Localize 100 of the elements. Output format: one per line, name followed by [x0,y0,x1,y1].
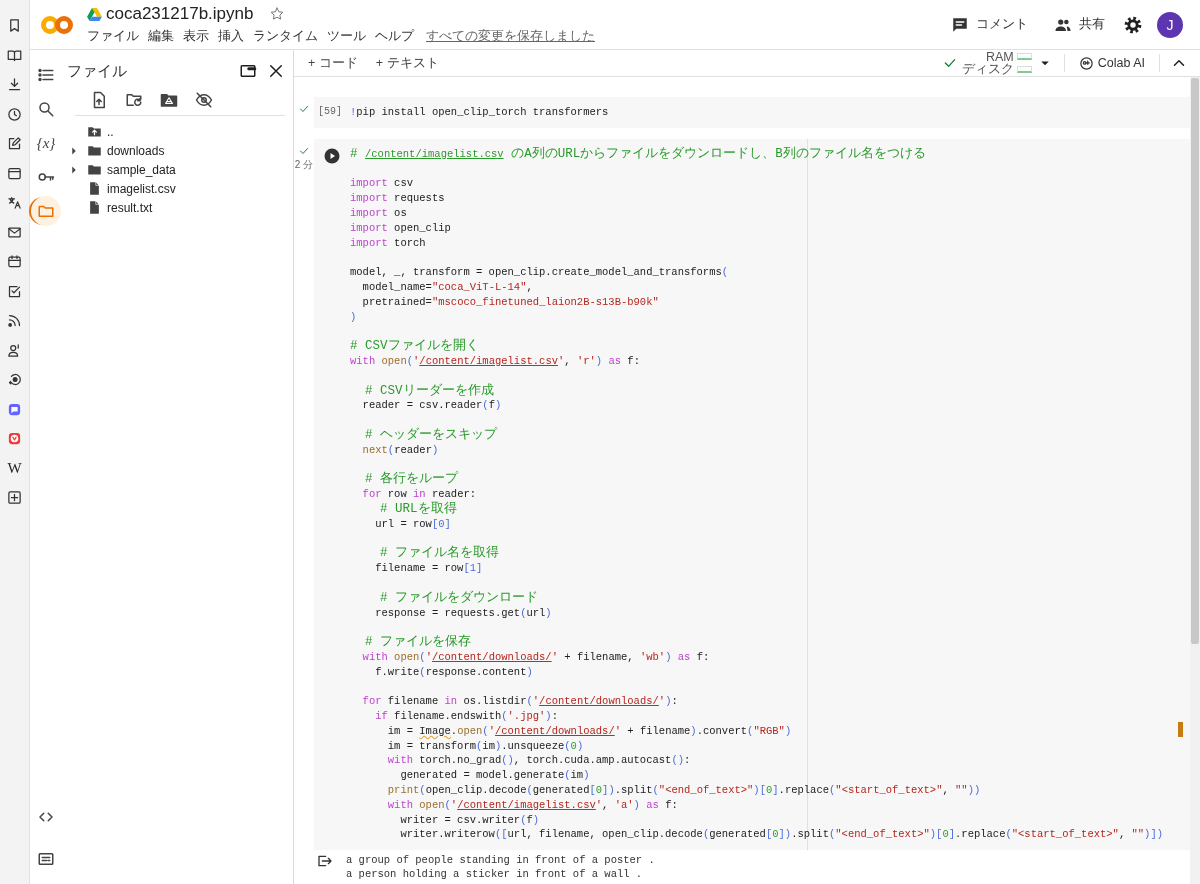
menu-item[interactable]: 挿入 [218,28,244,45]
code-line: generated = model.generate(im) [399,768,590,784]
file-name[interactable]: imagelist.csv [107,181,176,196]
disk-meter [1016,65,1032,73]
comment-button[interactable]: コメント [943,11,1036,38]
disk-label: ディスク [961,63,1014,76]
chat-bubble-icon[interactable] [7,401,22,417]
code-line: print(open_clip.decode(generated[0]).split("<end_of_text>")[0].replace("<start_of_text>", "")) [386,783,981,798]
code-line: writer = csv.writer(f) [399,812,540,828]
colab-ai-button[interactable]: Colab AI [1074,53,1149,73]
code-line: f.write(response.content) [374,664,533,680]
code-line: url = row[0] [374,516,451,532]
share-button[interactable]: 共有 [1046,11,1113,38]
menu-item[interactable]: 編集 [148,28,174,45]
code-line: im = transform(im).unsqueeze(0) [386,738,584,754]
code-line: # CSVリーダーを作成 [364,383,494,399]
add-cell-button[interactable]: + テキスト [369,52,445,74]
file-icon [87,200,102,215]
file-link[interactable]: /content/imagelist.csv [365,147,504,160]
code-line: with torch.no_grad(), torch.cuda.amp.autocast(): [386,753,691,769]
contacts-icon[interactable] [7,342,22,358]
panel-title: ファイル [67,61,128,81]
ai-icon [1078,55,1094,71]
code-line: pretrained="mscoco_finetuned_laion2B-s13B-b90k" [361,294,659,310]
menu-item[interactable]: ランタイム [253,28,318,45]
logo-icon[interactable] [40,13,74,36]
code-line: # ファイル名を取得 [379,546,499,562]
code-cell[interactable]: [59] !pip install open_clip_torch transformers [314,97,1190,128]
code-line: import requests [350,191,445,206]
output-line: a person holding a sticker in front of a wall . [346,867,644,882]
code-line: # URLを取得 [379,501,457,517]
code-line: # ファイルを保存 [364,635,471,650]
settings-icon[interactable] [1123,14,1143,35]
file-name[interactable]: .. [107,124,114,139]
folder-icon [87,143,102,158]
close-icon[interactable] [267,62,285,80]
code-line: filename = row[1] [374,561,483,576]
menu-item[interactable]: ツール [327,28,366,45]
output-line: a group of people standing in front of a poster . [346,853,655,868]
code-line: import open_clip [350,220,451,236]
list-icon [37,66,55,84]
code-line: import csv [350,176,414,192]
code-line: # ヘッダーをスキップ [364,427,497,443]
folder-up-icon [87,124,102,139]
dock-icon[interactable] [239,62,257,80]
download-icon[interactable] [7,77,22,93]
translate-icon[interactable] [7,195,22,211]
rss-icon[interactable] [7,313,22,329]
code-line: import os [350,206,407,221]
run-icon[interactable] [323,146,341,165]
scrollbar[interactable] [1190,77,1200,884]
panel-button[interactable]: W [7,459,22,477]
clock-icon[interactable] [7,106,22,122]
ram-meter [1016,53,1032,61]
terminal-icon[interactable] [37,850,55,868]
warning-marker [1178,721,1183,737]
ram-label: RAM [985,50,1014,63]
code-line: response = requests.get(url) [374,605,552,621]
sidebar-tab[interactable]: {x} [31,128,61,158]
code-line: with open('/content/downloads/' + filename, 'wb') as f: [361,649,710,665]
code-line: with open('/content/imagelist.csv', 'r') as f: [350,353,640,369]
file-name[interactable]: sample_data [107,162,176,177]
checkbox-icon[interactable] [7,283,22,299]
menu-item[interactable]: 表示 [183,28,209,45]
mail-icon[interactable] [7,224,22,240]
avatar[interactable]: J [1157,11,1183,38]
code-line: for row in reader: [361,487,477,501]
file-name[interactable]: result.txt [107,200,153,215]
star-icon[interactable] [269,6,286,22]
calendar-icon[interactable] [7,254,22,270]
chat-icon[interactable] [7,372,22,388]
code-line: writer.writerow([url, filename, open_clip.decode(generated[0]).split("<end_of_text>")[0].replace("<start_of_text>", "")]) [399,827,1163,843]
folder-icon [87,162,102,177]
add-icon[interactable] [7,490,22,506]
code-line: im = Image.open('/content/downloads/' + filename).convert("RGB") [386,723,792,739]
code-line: model, _, transform = open_clip.create_model_and_transforms( [350,265,729,280]
badge-icon[interactable] [7,431,22,447]
menu-item[interactable]: ファイル [87,28,139,45]
save-status-link[interactable]: すべての変更を保存しました [426,28,595,45]
window-icon[interactable] [7,165,22,181]
code-line: model_name="coca_ViT-L-14", [361,279,533,295]
drive-folder-icon[interactable] [160,91,178,109]
file-name[interactable]: downloads [107,143,165,158]
book-icon[interactable] [7,47,22,63]
bookmark-icon[interactable] [7,18,22,34]
code-cell[interactable] [314,138,1190,851]
code-line: # /content/imagelist.csv のA列のURLからファイルをダウンロードし、B列のファイル名をつける [350,146,926,162]
eye-off-icon[interactable] [195,91,213,109]
note-icon[interactable] [7,136,22,152]
execution-count: [59] [317,105,343,119]
code-line: if filename.endswith('.jpg'): [374,709,558,724]
folder-refresh-icon[interactable] [125,91,143,109]
file-icon [87,181,102,196]
drive-icon [87,7,102,21]
code-line: # ファイルをダウンロード [379,590,538,606]
code-line: next(reader) [361,442,439,458]
menu-item[interactable]: ヘルプ [375,28,414,45]
add-cell-button[interactable]: + コード [302,52,364,74]
notebook-title[interactable]: coca231217b.ipynb [106,4,254,24]
code-line: import torch [350,235,426,251]
